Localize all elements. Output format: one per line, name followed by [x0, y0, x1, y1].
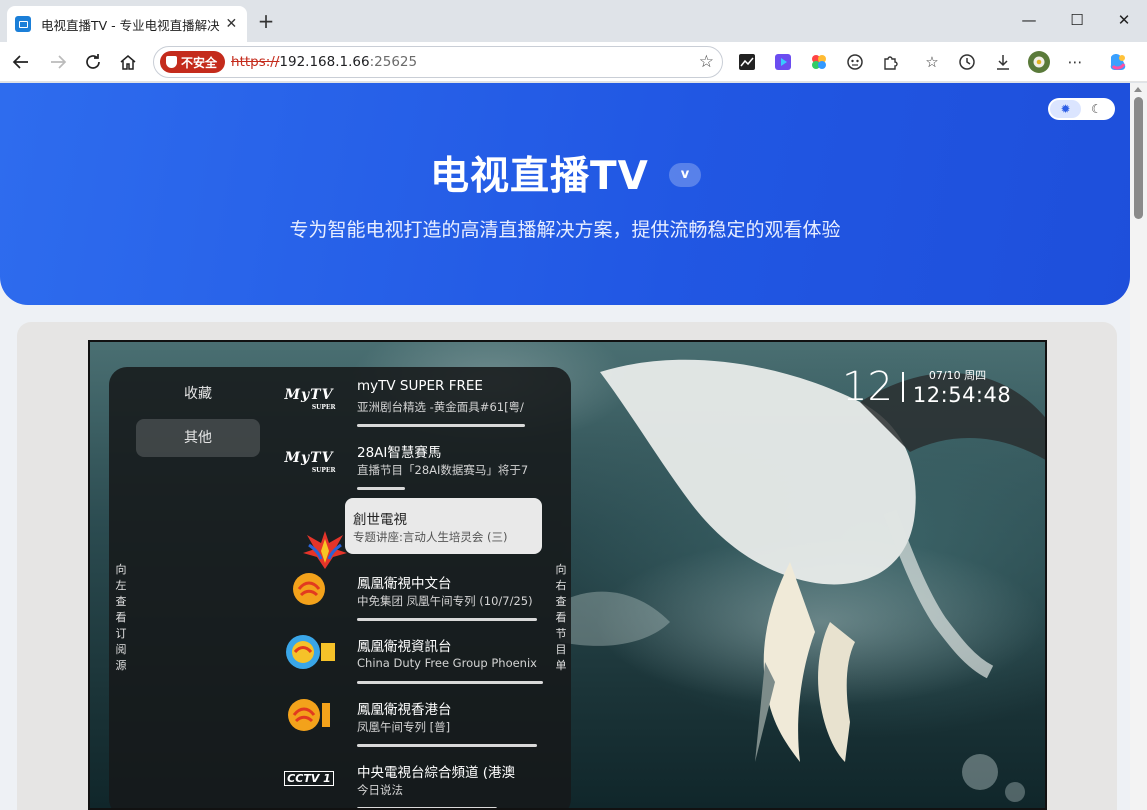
program-progress-bar [357, 618, 537, 621]
phoenix-info-logo-icon [276, 632, 342, 672]
clock-time: 12:54:48 [912, 383, 1012, 407]
clock-separator [901, 372, 904, 402]
downloads-icon[interactable] [992, 51, 1014, 73]
clock-date: 07/10 周四 [928, 369, 987, 382]
gannet-bird-illustration [560, 359, 1045, 802]
channel-panel: 收藏 其他 向左查看订阅源 向右查看节目单 MyTV SUPER myTV SUP… [109, 367, 571, 808]
mytv-super-logo-icon: MyTV SUPER [284, 387, 336, 411]
channel-item[interactable]: 鳳凰衛視中文台 中免集团 凤凰午间专列 (10/7/25) [264, 561, 546, 621]
program-progress-bar [357, 681, 543, 684]
not-secure-badge[interactable]: 不安全 [160, 51, 226, 73]
channel-program: 专题讲座:言动人生培灵会 (三) [353, 530, 508, 544]
url-port: :25625 [369, 54, 418, 70]
phoenix-logo-icon [276, 569, 342, 609]
tab-title: 电视直播TV - 专业电视直播解决方案 [41, 17, 220, 33]
page-scrollbar[interactable] [1130, 83, 1147, 810]
channel-name: 鳳凰衛視香港台 [357, 702, 452, 718]
version-badge: v [669, 163, 701, 187]
hero-banner: ✹ ☾ 电视直播TV v 专为智能电视打造的高清直播解决方案，提供流畅稳定的观看… [0, 83, 1130, 305]
home-icon[interactable] [116, 50, 140, 74]
channel-program: 今日说法 [357, 783, 403, 797]
favorites-icon[interactable]: ☆ [921, 51, 943, 73]
page-viewport: ✹ ☾ 电视直播TV v 专为智能电视打造的高清直播解决方案，提供流畅稳定的观看… [0, 83, 1130, 810]
extension-mascot-icon[interactable] [844, 51, 866, 73]
channel-program: China Duty Free Group Phoenix [357, 656, 537, 670]
scroll-thumb[interactable] [1134, 97, 1143, 219]
copilot-icon[interactable] [1107, 51, 1129, 73]
program-progress-bar [357, 424, 525, 427]
back-icon[interactable] [9, 50, 33, 74]
channel-name: 28AI智慧賽馬 [357, 445, 442, 461]
favorite-star-icon[interactable]: ☆ [699, 52, 714, 72]
history-icon[interactable] [956, 51, 978, 73]
tv-screenshot: 12 07/10 周四 12:54:48 收藏 其他 向左查看订阅源 向右查看节… [88, 340, 1047, 810]
reload-icon[interactable] [81, 50, 105, 74]
minimize-icon[interactable]: — [1017, 8, 1041, 32]
theme-toggle[interactable]: ✹ ☾ [1048, 98, 1115, 120]
channel-program: 亚洲剧台精选 -黄金面具#61[粤/ [357, 400, 524, 414]
security-label: 不安全 [181, 55, 218, 70]
extension-colorful-icon[interactable] [808, 51, 830, 73]
channel-item[interactable]: MyTV SUPER 28AI智慧賽馬 直播节目「28AI数据赛马」将于7 [264, 430, 546, 490]
tab-strip: 电视直播TV - 专业电视直播解决方案 ✕ + — ☐ ✕ [0, 0, 1147, 42]
channel-name: 鳳凰衛視資訊台 [357, 639, 452, 655]
mytv-super-logo-icon: MyTV SUPER [284, 450, 336, 474]
more-menu-icon[interactable]: ⋯ [1064, 51, 1086, 73]
tab-close-icon[interactable]: ✕ [224, 16, 239, 32]
channel-name: 創世電視 [353, 512, 407, 528]
left-hint: 向左查看订阅源 [115, 563, 127, 672]
program-progress-bar [357, 487, 405, 490]
extension-chart-icon[interactable] [736, 51, 758, 73]
address-bar[interactable]: 不安全 https://192.168.1.66:25625 ☆ [153, 46, 723, 78]
category-other[interactable]: 其他 [136, 419, 260, 457]
shield-warning-icon [166, 56, 177, 68]
channel-program: 中免集团 凤凰午间专列 (10/7/25) [357, 594, 533, 608]
browser-tab[interactable]: 电视直播TV - 专业电视直播解决方案 ✕ [7, 6, 247, 42]
channel-name: 鳳凰衛視中文台 [357, 576, 452, 592]
scroll-up-icon[interactable] [1134, 87, 1142, 92]
tv-clock: 12 07/10 周四 12:54:48 [842, 364, 1011, 410]
channel-name: 中央電視台綜合頻道 (港澳 [357, 765, 516, 781]
profile-avatar[interactable] [1028, 51, 1050, 73]
moon-icon[interactable]: ☾ [1081, 100, 1112, 118]
channel-item[interactable]: CCTV 1 中央電視台綜合頻道 (港澳 今日说法 [264, 750, 546, 808]
channel-name: myTV SUPER FREE [357, 378, 483, 394]
extensions-puzzle-icon[interactable] [880, 51, 902, 73]
sun-icon[interactable]: ✹ [1050, 100, 1081, 118]
url-text: https://192.168.1.66:25625 [231, 54, 417, 70]
close-icon[interactable]: ✕ [1112, 8, 1136, 32]
right-hint: 向右查看节目单 [555, 563, 567, 672]
channel-item[interactable]: 鳳凰衛視香港台 凤凰午间专列 [普] [264, 687, 546, 747]
program-progress-bar [357, 744, 537, 747]
channel-program: 直播节目「28AI数据赛马」将于7 [357, 463, 529, 477]
extension-video-icon[interactable] [772, 51, 794, 73]
url-host: 192.168.1.66 [279, 54, 370, 70]
channel-item[interactable]: 鳳凰衛視資訊台 China Duty Free Group Phoenix [264, 624, 546, 684]
channel-item-selected[interactable]: 創世電視 专题讲座:言动人生培灵会 (三) [345, 498, 542, 554]
forward-icon[interactable] [46, 50, 70, 74]
browser-toolbar: 不安全 https://192.168.1.66:25625 ☆ ☆ ⋯ [0, 42, 1147, 82]
clock-day: 12 [842, 364, 893, 410]
channel-program: 凤凰午间专列 [普] [357, 720, 451, 734]
url-scheme: https:// [231, 54, 280, 70]
new-tab-button[interactable]: + [255, 11, 277, 33]
maximize-icon[interactable]: ☐ [1065, 8, 1089, 32]
tv-favicon-icon [15, 16, 31, 32]
channel-item[interactable]: MyTV SUPER myTV SUPER FREE 亚洲剧台精选 -黄金面具#6… [264, 367, 546, 427]
phoenix-hk-logo-icon [276, 695, 342, 735]
page-title: 电视直播TV [430, 154, 649, 199]
cctv1-logo-icon: CCTV 1 [276, 758, 342, 798]
category-favorites[interactable]: 收藏 [136, 375, 260, 413]
page-subtitle: 专为智能电视打造的高清直播解决方案，提供流畅稳定的观看体验 [289, 219, 841, 241]
